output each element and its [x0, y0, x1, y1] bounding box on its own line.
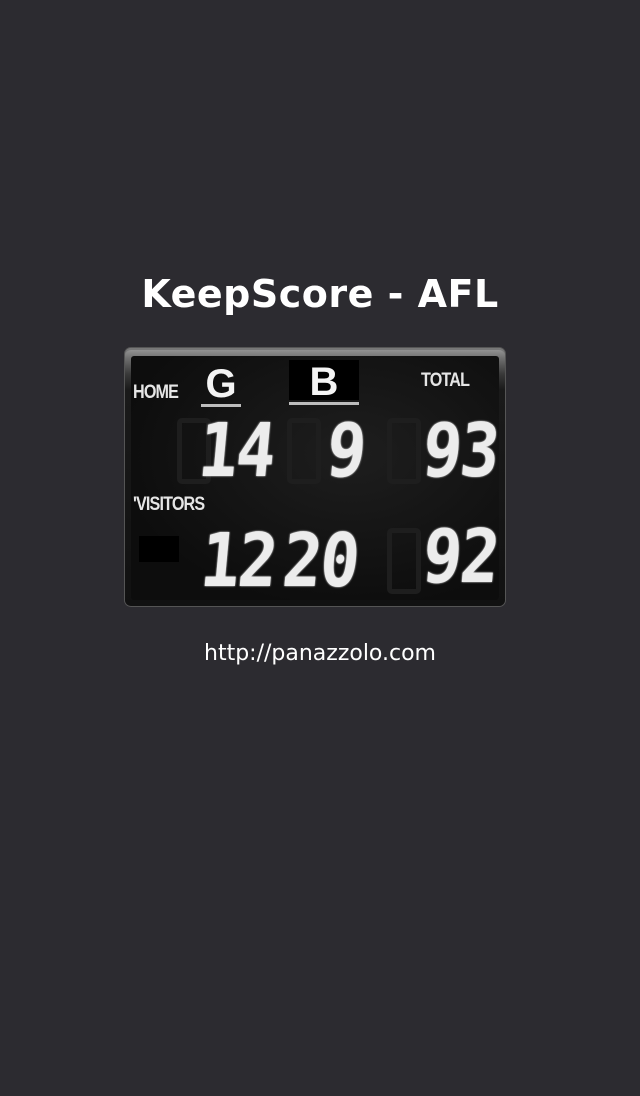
- visitors-behinds-score: 20: [279, 518, 362, 604]
- visitors-total-score: 92: [419, 514, 502, 600]
- website-link[interactable]: http://panazzolo.com: [0, 641, 640, 666]
- behinds-header: B: [309, 360, 339, 404]
- goals-header: G: [205, 362, 237, 406]
- splash-screen: KeepScore - AFL G B TOTAL HOME 14 9 93 '…: [0, 0, 640, 1096]
- goals-header-underline: [201, 404, 241, 407]
- app-title: KeepScore - AFL: [141, 272, 499, 316]
- total-header: TOTAL: [421, 370, 470, 391]
- scoreboard-image: G B TOTAL HOME 14 9 93 'VISITORS 12 20 9…: [125, 348, 505, 606]
- home-behinds-score: 9: [323, 408, 369, 494]
- home-total-ghost-digit: [387, 418, 421, 484]
- visitors-goals-score: 12: [197, 518, 280, 604]
- home-goals-score: 14: [195, 408, 278, 494]
- visitors-total-ghost-digit: [387, 528, 421, 594]
- scoreboard-panel: G B TOTAL HOME 14 9 93 'VISITORS 12 20 9…: [131, 356, 502, 604]
- home-behinds-ghost-digit-1: [287, 418, 321, 484]
- home-total-score: 93: [419, 408, 502, 494]
- visitors-dark-block: [139, 536, 179, 562]
- behinds-header-underline: [289, 402, 359, 405]
- home-label: HOME: [133, 382, 179, 403]
- visitors-label: 'VISITORS: [133, 494, 205, 515]
